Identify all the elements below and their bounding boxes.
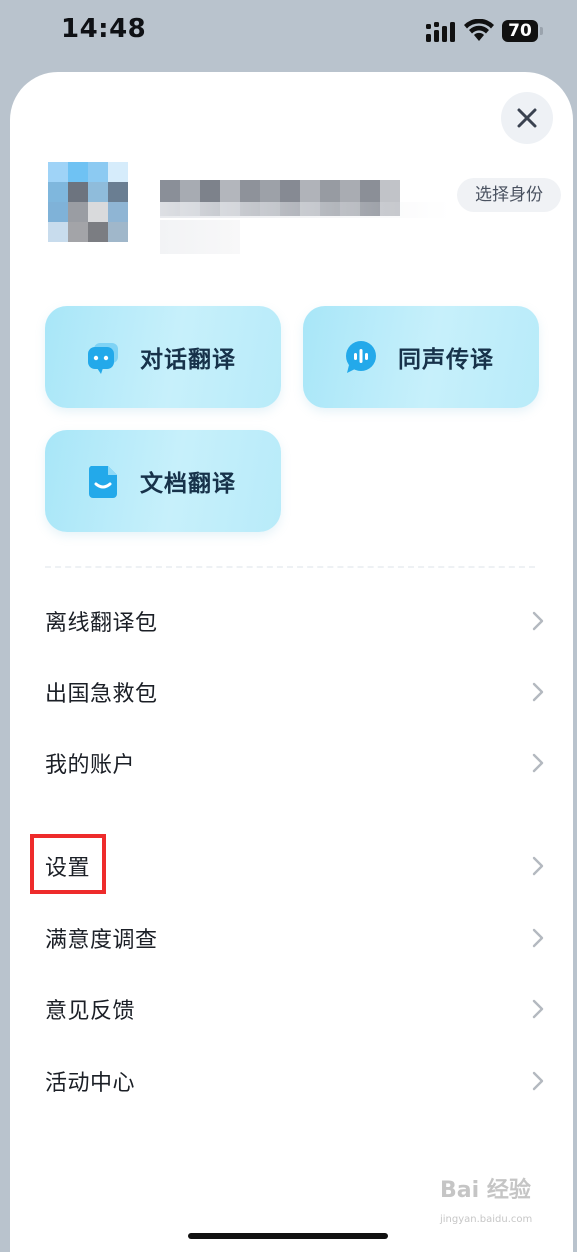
chevron-right-icon [532,753,544,773]
settings-highlight-box [30,834,106,894]
menu-item-label: 满意度调查 [45,928,158,953]
card-label: 同声传译 [398,347,494,373]
menu-item-activity-center[interactable]: 活动中心 [45,1053,545,1109]
document-translation-card[interactable]: 文档翻译 [45,430,281,532]
menu-item-satisfaction-survey[interactable]: 满意度调查 [45,910,545,966]
status-bar: 14:48 70 [0,0,577,64]
wifi-icon [464,19,494,41]
close-button[interactable] [501,92,553,144]
menu-item-label: 活动中心 [45,1071,136,1096]
chevron-right-icon [532,999,544,1019]
document-icon [85,463,121,499]
menu-item-my-account[interactable]: 我的账户 [45,735,545,791]
menu-item-feedback[interactable]: 意见反馈 [45,981,545,1037]
chevron-right-icon [532,856,544,876]
avatar[interactable] [40,158,140,262]
simultaneous-interpretation-card[interactable]: 同声传译 [303,306,539,408]
divider [45,566,535,568]
username-blur [160,202,450,218]
menu-item-label: 离线翻译包 [45,611,158,636]
chat-bubble-icon [85,339,121,375]
status-time: 14:48 [61,14,147,44]
home-indicator [188,1233,388,1239]
chevron-right-icon [532,682,544,702]
signal-icon [426,22,455,42]
menu-item-label: 出国急救包 [45,682,158,707]
close-icon [517,108,537,128]
card-label: 对话翻译 [140,347,236,373]
watermark-url: jingyan.baidu.com [440,1214,533,1225]
menu-item-offline-package[interactable]: 离线翻译包 [45,593,545,649]
battery-icon: 70 [502,20,538,42]
user-subtitle-pixelated [160,220,240,254]
voice-wave-icon [343,339,379,375]
side-panel: 选择身份 对话翻译 同声传译 文档翻译 离线翻译包 出国急救包 我的账户 设置 … [10,72,573,1252]
chevron-right-icon [532,1071,544,1091]
menu-item-label: 我的账户 [45,753,136,778]
menu-item-emergency-kit[interactable]: 出国急救包 [45,664,545,720]
menu-item-settings[interactable]: 设置 [45,838,545,894]
select-identity-button[interactable]: 选择身份 [457,178,561,212]
chevron-right-icon [532,611,544,631]
menu-item-label: 意见反馈 [45,999,136,1024]
battery-cap [540,27,543,35]
card-label: 文档翻译 [140,471,236,497]
chevron-right-icon [532,928,544,948]
dialog-translation-card[interactable]: 对话翻译 [45,306,281,408]
